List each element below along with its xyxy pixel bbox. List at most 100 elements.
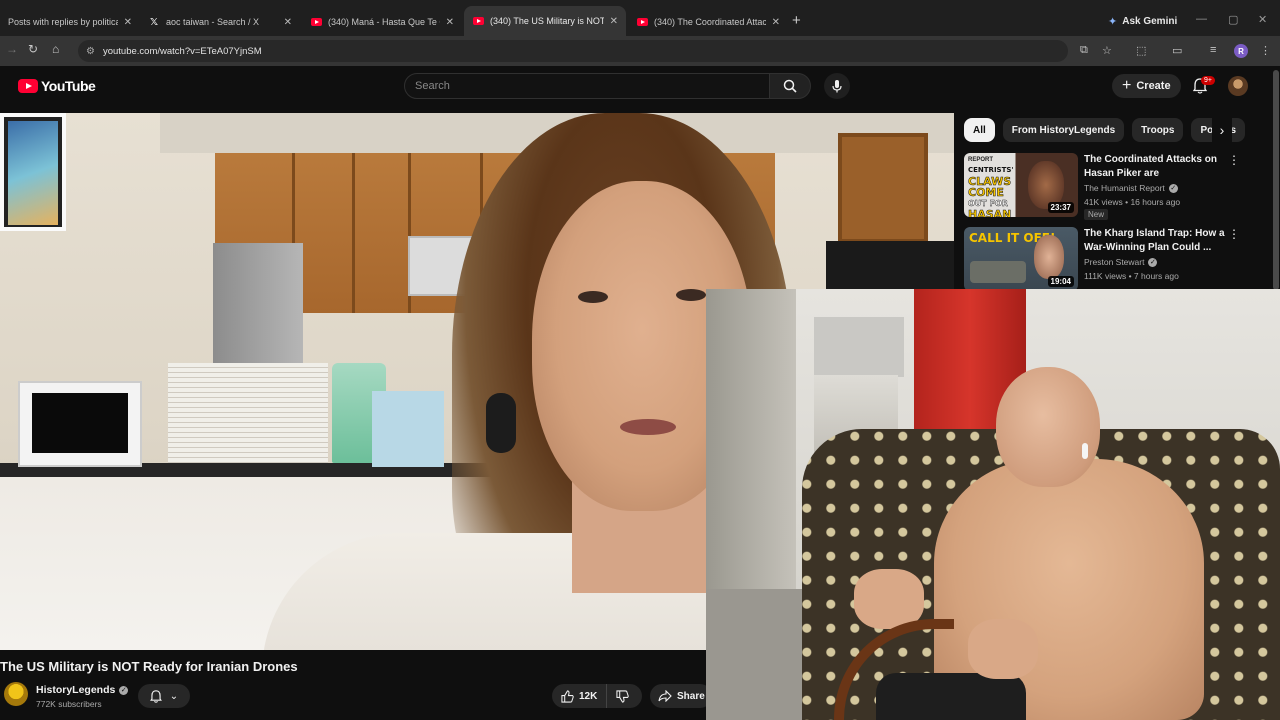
video-duration: 19:04 xyxy=(1047,276,1074,287)
voice-search-button[interactable] xyxy=(824,73,850,99)
video-scene-wall-art xyxy=(0,113,66,231)
site-info-icon[interactable]: ⚙ xyxy=(86,46,95,57)
speaker-eye xyxy=(578,291,608,303)
browser-tab-5[interactable]: (340) The Coordinated Attacks ✕ xyxy=(628,8,788,36)
chevron-down-icon: ⌄ xyxy=(169,690,179,702)
ask-gemini-button[interactable]: ✦ Ask Gemini xyxy=(1100,10,1185,32)
recommendation-channel[interactable]: Preston Stewart ✓ xyxy=(1084,257,1158,267)
tab-title: (340) The US Military is NOT Re xyxy=(490,16,604,26)
side-panel-icon[interactable]: ▭ xyxy=(1172,44,1182,57)
ask-gemini-label: Ask Gemini xyxy=(1122,15,1178,27)
home-icon[interactable]: ⌂ xyxy=(52,42,59,56)
close-icon[interactable]: ✕ xyxy=(124,17,132,28)
recommendation-title[interactable]: The Coordinated Attacks on Hasan Piker a… xyxy=(1084,153,1234,181)
close-icon[interactable]: ✕ xyxy=(610,16,618,27)
close-icon[interactable]: ✕ xyxy=(446,17,454,28)
chip-from-channel[interactable]: From HistoryLegends xyxy=(1002,118,1125,142)
youtube-play-icon xyxy=(18,79,38,93)
share-arrow-icon xyxy=(658,690,672,702)
forward-arrow-icon[interactable]: → xyxy=(6,42,18,56)
recommendation-meta: 111K views • 7 hours ago xyxy=(1084,271,1179,281)
speaker-eye xyxy=(676,289,706,301)
create-button[interactable]: + Create xyxy=(1112,74,1181,98)
recommendation-thumbnail[interactable]: CALL IT OFF! 19:04 xyxy=(964,227,1078,291)
browser-tab-3[interactable]: (340) Maná - Hasta Que Te Con ✕ xyxy=(302,8,462,36)
media-controls-icon[interactable]: ≡ xyxy=(1210,44,1216,56)
more-options-icon[interactable]: ⋮ xyxy=(1228,227,1240,241)
notification-badge: 9+ xyxy=(1201,76,1215,85)
more-options-icon[interactable]: ⋮ xyxy=(1228,153,1240,167)
channel-name-link[interactable]: HistoryLegends ✓ xyxy=(36,684,129,696)
youtube-icon xyxy=(310,16,322,28)
subscriber-count: 772K subscribers xyxy=(36,699,102,709)
chip-troops[interactable]: Troops xyxy=(1132,118,1184,142)
channel-name: Preston Stewart xyxy=(1084,257,1145,267)
speaker-headset xyxy=(486,393,516,453)
recommendation-channel[interactable]: The Humanist Report ✓ xyxy=(1084,183,1178,193)
maximize-icon[interactable]: ▢ xyxy=(1228,13,1238,26)
recommendation-thumbnail[interactable]: REPORT CENTRISTS' CLAWS COME OUT FOR HAS… xyxy=(964,153,1078,217)
create-label: Create xyxy=(1136,80,1171,92)
close-icon[interactable]: ✕ xyxy=(772,17,780,28)
recommendation-meta: 41K views • 16 hours ago xyxy=(1084,197,1181,207)
webcam-person-earbud xyxy=(1082,443,1088,459)
microphone-icon xyxy=(832,80,842,93)
window-close-icon[interactable]: ✕ xyxy=(1258,13,1267,26)
reload-icon[interactable]: ↻ xyxy=(28,42,38,56)
cabinet-divider xyxy=(352,153,355,313)
share-label: Share xyxy=(677,690,705,702)
search-input[interactable]: Search xyxy=(404,73,770,99)
channel-avatar[interactable] xyxy=(4,682,28,706)
thumbnail-face xyxy=(1034,235,1064,279)
youtube-wordmark: YouTube xyxy=(41,78,96,94)
tab-title: Posts with replies by political p xyxy=(8,17,118,27)
extensions-icon[interactable]: ⬚ xyxy=(1136,44,1146,57)
share-button[interactable]: Share xyxy=(650,684,712,708)
like-button[interactable]: 12K xyxy=(552,684,608,708)
subscription-notifications-button[interactable]: ⌄ xyxy=(138,684,190,708)
minimize-icon[interactable]: — xyxy=(1196,13,1207,25)
search-placeholder: Search xyxy=(415,80,450,92)
search-button[interactable] xyxy=(769,73,811,99)
webcam-scene-shelf xyxy=(814,317,904,377)
browser-tab-1[interactable]: Posts with replies by political p ✕ xyxy=(0,8,140,36)
new-badge: New xyxy=(1084,209,1109,220)
close-icon[interactable]: ✕ xyxy=(284,17,292,28)
like-dislike-group: 12K xyxy=(552,684,642,708)
account-avatar[interactable] xyxy=(1228,76,1248,96)
thumbs-up-icon xyxy=(561,689,574,703)
video-duration: 23:37 xyxy=(1047,202,1074,213)
page-scrollbar-thumb[interactable] xyxy=(1273,70,1279,290)
video-scene-glass-cabinet xyxy=(838,133,928,243)
like-count: 12K xyxy=(579,690,598,702)
browser-tab-2[interactable]: 𝕏 aoc taiwan - Search / X ✕ xyxy=(140,8,300,36)
new-tab-button[interactable]: + xyxy=(792,12,801,29)
youtube-logo[interactable]: YouTube xyxy=(18,78,96,94)
browser-profile-avatar[interactable]: R xyxy=(1234,44,1248,58)
channel-name: The Humanist Report xyxy=(1084,183,1165,193)
recommendation-item[interactable]: CALL IT OFF! 19:04 The Kharg Island Trap… xyxy=(964,227,1264,293)
thumbnail-line: COME xyxy=(968,186,1004,199)
video-scene-photo-frame xyxy=(18,381,142,467)
browser-menu-icon[interactable]: ⋮ xyxy=(1260,44,1271,57)
x-logo-icon: 𝕏 xyxy=(149,16,159,28)
browser-tab-4-active[interactable]: (340) The US Military is NOT Re ✕ xyxy=(464,6,626,36)
verified-check-icon: ✓ xyxy=(1148,257,1158,267)
address-bar[interactable]: ⚙ youtube.com/watch?v=ETeA07YjnSM xyxy=(78,40,1068,62)
gemini-sparkle-icon: ✦ xyxy=(1108,15,1118,28)
chevron-right-icon[interactable]: › xyxy=(1212,118,1232,142)
tab-title: (340) The Coordinated Attacks xyxy=(654,17,766,27)
dislike-button[interactable] xyxy=(607,684,638,708)
verified-check-icon: ✓ xyxy=(119,685,129,695)
recommendation-title[interactable]: The Kharg Island Trap: How a War-Winning… xyxy=(1084,227,1234,255)
webcam-person-hand xyxy=(968,619,1038,679)
chip-all[interactable]: All xyxy=(964,118,995,142)
bookmark-star-icon[interactable]: ☆ xyxy=(1102,44,1112,57)
webcam-scene-door xyxy=(706,289,796,589)
video-scene-papers xyxy=(168,363,328,463)
plus-icon: + xyxy=(1122,77,1132,94)
recommendation-item[interactable]: REPORT CENTRISTS' CLAWS COME OUT FOR HAS… xyxy=(964,153,1264,220)
youtube-icon xyxy=(636,16,648,28)
cast-icon[interactable]: ⧉ xyxy=(1080,44,1088,57)
filter-chips: All From HistoryLegends Troops Politics xyxy=(964,118,1246,142)
